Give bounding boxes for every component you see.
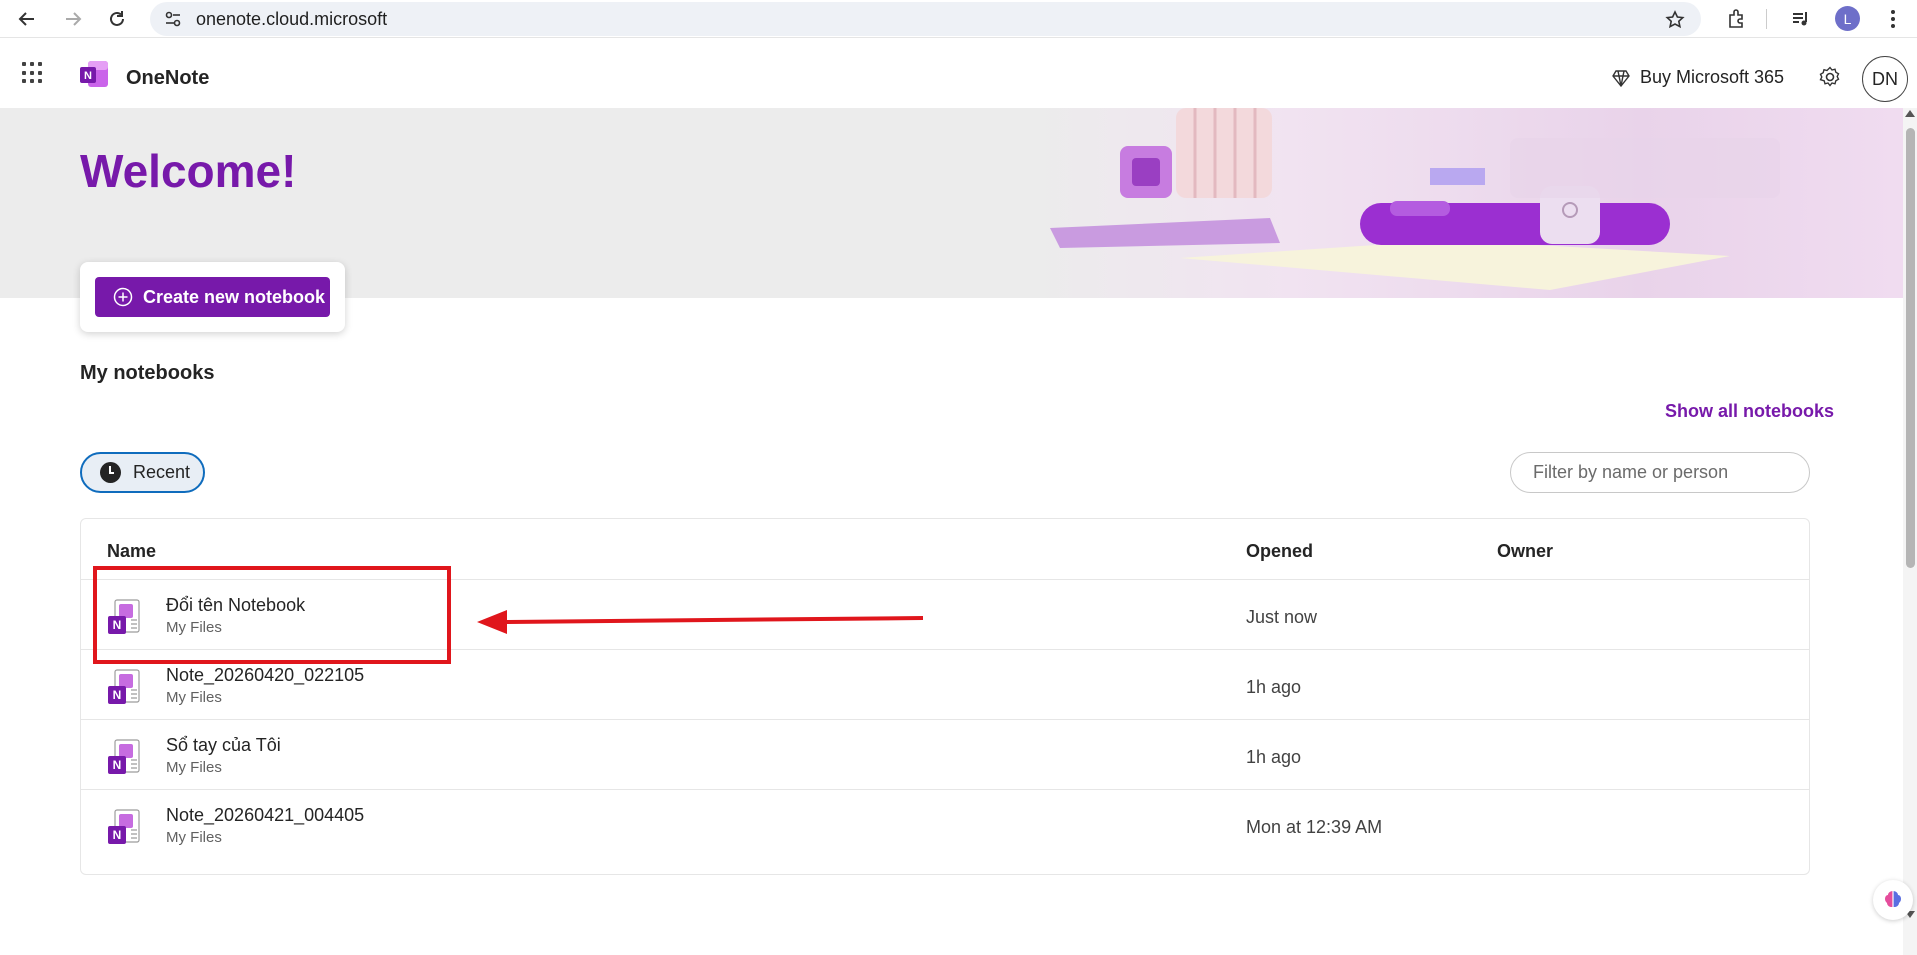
media-control-button[interactable]	[1788, 7, 1814, 31]
arrow-left-icon	[18, 12, 34, 26]
hero-illustration	[1030, 108, 1903, 298]
section-title: My notebooks	[80, 362, 215, 384]
recent-filter-tab[interactable]: Recent	[80, 452, 205, 493]
svg-text:N: N	[113, 828, 122, 842]
create-new-notebook-label: Create new notebook	[143, 286, 326, 307]
notebook-name[interactable]: Sổ tay của Tôi	[166, 735, 281, 756]
site-settings-icon[interactable]	[164, 10, 182, 28]
address-url: onenote.cloud.microsoft	[196, 8, 388, 29]
bookmark-star-icon[interactable]	[1665, 10, 1685, 30]
table-row[interactable]: N Sổ tay của Tôi My Files 1h ago	[81, 719, 1809, 789]
recent-label: Recent	[133, 462, 191, 482]
browser-toolbar: onenote.cloud.microsoft L	[0, 0, 1917, 38]
annotation-highlight-box	[93, 566, 451, 664]
notebook-opened: 1h ago	[1246, 747, 1302, 767]
media-queue-icon	[1793, 12, 1807, 26]
browser-profile-avatar[interactable]: L	[1835, 6, 1860, 31]
welcome-heading: Welcome!	[80, 145, 297, 197]
clock-icon	[100, 462, 121, 483]
settings-gear-icon[interactable]	[1819, 66, 1841, 88]
column-header-owner[interactable]: Owner	[1497, 541, 1553, 562]
notebook-icon: N	[108, 809, 140, 844]
filter-input[interactable]	[1510, 452, 1810, 493]
show-all-notebooks-link[interactable]: Show all notebooks	[1665, 401, 1834, 422]
back-button[interactable]	[14, 6, 40, 32]
table-row[interactable]: N Note_20260421_004405 My Files Mon at 1…	[81, 789, 1809, 859]
app-header: N OneNote Buy Microsoft 365 DN	[0, 38, 1917, 108]
onenote-logo-icon: N	[80, 61, 108, 87]
notebook-icon: N	[108, 669, 140, 704]
toolbar-separator	[1766, 9, 1767, 29]
diamond-icon	[1612, 69, 1630, 87]
hero-decoration-image	[1050, 108, 1780, 290]
svg-text:N: N	[113, 758, 122, 772]
reload-icon	[110, 11, 124, 26]
notebook-location: My Files	[166, 689, 222, 706]
notebook-location: My Files	[166, 759, 222, 776]
notebook-name[interactable]: Note_20260420_022105	[166, 665, 364, 686]
page-scrollbar[interactable]	[1903, 108, 1917, 955]
app-launcher-icon[interactable]	[22, 62, 44, 84]
notebook-opened: Mon at 12:39 AM	[1246, 817, 1383, 837]
browser-menu-button[interactable]	[1880, 7, 1906, 31]
buy-label: Buy Microsoft 365	[1640, 67, 1785, 87]
svg-text:N: N	[113, 688, 122, 702]
annotation-arrow-icon	[477, 610, 924, 634]
svg-text:N: N	[84, 70, 92, 82]
forward-button[interactable]	[60, 6, 86, 32]
scroll-thumb[interactable]	[1906, 128, 1915, 568]
add-circle-icon	[113, 287, 133, 307]
extensions-button[interactable]	[1724, 7, 1750, 31]
arrow-right-icon	[66, 12, 82, 26]
user-avatar[interactable]: DN	[1862, 56, 1908, 102]
notebook-name[interactable]: Note_20260421_004405	[166, 805, 364, 826]
column-header-opened[interactable]: Opened	[1246, 541, 1313, 562]
brain-icon	[1885, 891, 1901, 907]
notebook-opened: 1h ago	[1246, 677, 1302, 697]
puzzle-icon	[1729, 9, 1743, 28]
reload-button[interactable]	[104, 6, 130, 32]
app-name[interactable]: OneNote	[126, 67, 209, 90]
address-bar[interactable]: onenote.cloud.microsoft	[150, 2, 1701, 36]
notebook-location: My Files	[166, 829, 222, 846]
copilot-assistant-button[interactable]	[1873, 880, 1913, 920]
buy-microsoft-365-button[interactable]: Buy Microsoft 365	[1612, 67, 1784, 88]
scroll-up-arrow-icon[interactable]	[1905, 110, 1915, 117]
create-notebook-card: Create new notebook	[80, 262, 345, 332]
notebook-icon: N	[108, 739, 140, 774]
more-vertical-icon	[1891, 10, 1895, 28]
create-new-notebook-button[interactable]: Create new notebook	[95, 277, 330, 317]
notebook-opened: Just now	[1246, 607, 1318, 627]
column-header-name[interactable]: Name	[107, 541, 156, 562]
